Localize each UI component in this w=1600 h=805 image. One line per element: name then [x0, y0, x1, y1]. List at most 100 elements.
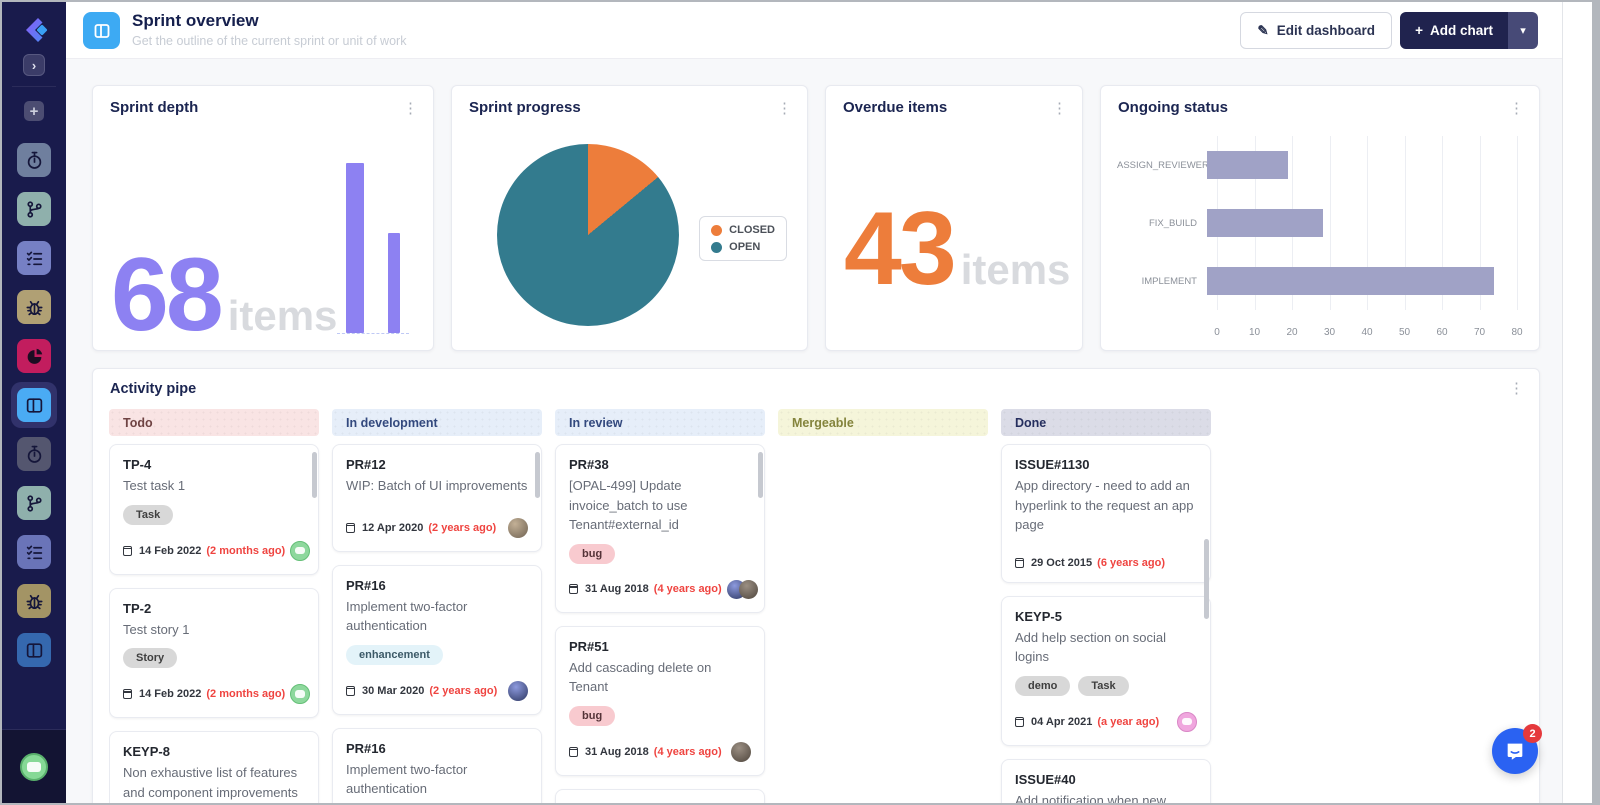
tag[interactable]: Task — [1078, 676, 1128, 696]
board-card[interactable]: TP-2 Test story 1 Story 14 Feb 2022 (2 m… — [109, 588, 319, 719]
tag[interactable]: demo — [1015, 676, 1070, 696]
kebab-menu-button[interactable]: ⋮ — [398, 97, 423, 119]
sidebar-expand-button[interactable]: › — [23, 54, 45, 76]
column-scrollbar[interactable] — [1204, 539, 1209, 619]
add-chart-dropdown-button[interactable]: ▾ — [1508, 12, 1538, 49]
user-avatar[interactable] — [20, 753, 48, 781]
avatar — [508, 518, 528, 538]
calendar-icon — [1015, 558, 1024, 568]
column-header: In review — [555, 409, 765, 436]
checklist-icon — [25, 543, 44, 562]
avatar — [290, 684, 310, 704]
add-item-button[interactable]: + — [24, 101, 44, 121]
board-card[interactable]: PR#38 [OPAL-499] Update invoice_batch to… — [555, 444, 765, 613]
board-card[interactable]: PR#60 [MARLIN-615] Add ability to specif… — [555, 789, 765, 804]
edit-dashboard-button[interactable]: ✎ Edit dashboard — [1240, 12, 1392, 49]
board-column-in-development: In development PR#12 WIP: Batch of UI im… — [332, 409, 542, 803]
x-axis: 01020304050607080 — [1217, 320, 1517, 338]
add-chart-button[interactable]: + Add chart — [1400, 12, 1508, 49]
sprint-depth-mini-chart — [337, 163, 409, 334]
board-card[interactable]: PR#16 Implement two-factor authenticatio… — [332, 728, 542, 804]
tag[interactable]: bug — [569, 706, 615, 726]
legend-label: CLOSED — [729, 224, 775, 236]
board-card[interactable]: TP-4 Test task 1 Task 14 Feb 2022 (2 mon… — [109, 444, 319, 575]
legend-dot — [711, 242, 722, 253]
sidebar-item-timers-2[interactable] — [17, 437, 51, 471]
gridline — [1517, 136, 1518, 310]
column-scrollbar[interactable] — [758, 452, 763, 498]
sprint-depth-bar — [388, 233, 400, 333]
kebab-menu-button[interactable]: ⋮ — [772, 97, 797, 119]
axis-tick-label: 30 — [1324, 327, 1335, 338]
board-card[interactable]: PR#16 Implement two-factor authenticatio… — [332, 565, 542, 715]
board-card[interactable]: ISSUE#40 Add notification when new team … — [1001, 759, 1211, 804]
calendar-icon — [569, 747, 578, 757]
pie-chart-icon — [25, 347, 44, 366]
axis-tick-label: 20 — [1286, 327, 1297, 338]
board-column-done: Done ISSUE#1130 App directory - need to … — [1001, 409, 1211, 803]
card-date: 12 Apr 2020 — [362, 522, 423, 534]
column-scrollbar[interactable] — [312, 452, 317, 498]
chevron-right-icon: › — [32, 58, 36, 73]
board-card[interactable]: KEYP-5 Add help section on social logins… — [1001, 596, 1211, 746]
widget-overdue-items: Overdue items ⋮ 43 items — [825, 85, 1083, 351]
page-title: Sprint overview — [132, 11, 406, 31]
tag[interactable]: bug — [569, 544, 615, 564]
sidebar-item-timers[interactable] — [17, 143, 51, 177]
sidebar-item-branches[interactable] — [17, 192, 51, 226]
stopwatch-icon — [25, 151, 44, 170]
checklist-icon — [25, 249, 44, 268]
card-id: KEYP-8 — [123, 744, 305, 759]
bug-icon — [25, 592, 44, 611]
plus-icon: + — [30, 103, 39, 120]
column-scrollbar[interactable] — [535, 452, 540, 498]
card-date: 04 Apr 2021 — [1031, 716, 1092, 728]
card-age: (2 years ago) — [429, 685, 497, 697]
board-card[interactable]: ISSUE#1130 App directory - need to add a… — [1001, 444, 1211, 583]
board-card[interactable]: PR#12 WIP: Batch of UI improvements 12 A… — [332, 444, 542, 552]
card-id: PR#16 — [346, 578, 528, 593]
sidebar-item-bugs-2[interactable] — [17, 584, 51, 618]
sidebar-item-bugs[interactable] — [17, 290, 51, 324]
tag[interactable]: Task — [123, 505, 173, 525]
card-age: (4 years ago) — [654, 583, 722, 595]
kebab-menu-button[interactable]: ⋮ — [1047, 97, 1072, 119]
widget-title: Sprint progress — [469, 99, 581, 116]
card-date: 31 Aug 2018 — [585, 746, 649, 758]
card-age: (6 years ago) — [1097, 557, 1165, 569]
app-logo[interactable] — [18, 14, 50, 46]
widget-ongoing-status: Ongoing status ⋮ ASSIGN_REVIEWER FIX_BUI… — [1100, 85, 1540, 351]
dashboard-icon — [25, 396, 44, 415]
sprint-depth-bar — [346, 163, 364, 333]
card-title: [OPAL-499] Update invoice_batch to use T… — [569, 476, 751, 535]
card-title: Implement two-factor authentication — [346, 597, 528, 636]
widget-activity-pipe: Activity pipe ⋮ Todo TP-4 Test task 1 Ta… — [92, 368, 1540, 803]
sprint-progress-pie — [497, 144, 679, 326]
chevron-down-icon: ▾ — [1520, 24, 1526, 37]
sidebar-item-reports[interactable] — [17, 339, 51, 373]
stopwatch-icon — [25, 445, 44, 464]
board-column-in-review: In review PR#38 [OPAL-499] Update invoic… — [555, 409, 765, 803]
sidebar-item-dashboard-2[interactable] — [17, 633, 51, 667]
chat-launcher-button[interactable]: 2 — [1492, 728, 1538, 774]
category-label: ASSIGN_REVIEWER — [1117, 160, 1207, 171]
card-age: (4 years ago) — [654, 746, 722, 758]
sidebar-item-sprint-dashboard-active[interactable] — [17, 388, 51, 422]
avatar — [739, 580, 758, 599]
ongoing-bar — [1207, 209, 1323, 237]
tag[interactable]: Story — [123, 648, 177, 668]
legend-dot — [711, 225, 722, 236]
kebab-menu-button[interactable]: ⋮ — [1504, 377, 1529, 399]
bug-icon — [25, 298, 44, 317]
kebab-menu-button[interactable]: ⋮ — [1504, 97, 1529, 119]
calendar-icon — [1015, 717, 1024, 727]
card-id: PR#38 — [569, 457, 751, 472]
sidebar-item-branches-2[interactable] — [17, 486, 51, 520]
page-scrollbar-track[interactable] — [1562, 2, 1592, 803]
board-card[interactable]: PR#51 Add cascading delete on Tenant bug… — [555, 626, 765, 776]
sidebar-item-tasks[interactable] — [17, 241, 51, 275]
tag[interactable]: enhancement — [346, 645, 443, 665]
board-card[interactable]: KEYP-8 Non exhaustive list of features a… — [109, 731, 319, 803]
avatar — [508, 681, 528, 701]
sidebar-item-tasks-2[interactable] — [17, 535, 51, 569]
